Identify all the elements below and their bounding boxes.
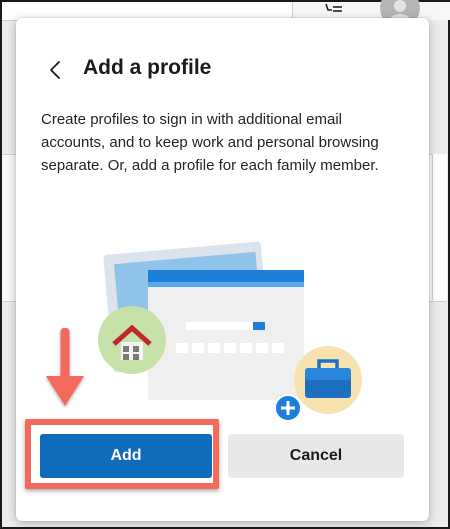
dialog-title: Add a profile xyxy=(83,56,212,79)
annotation-highlight-box xyxy=(25,419,219,489)
cancel-button[interactable]: Cancel xyxy=(228,434,404,478)
plus-icon xyxy=(274,394,302,422)
chevron-left-icon[interactable] xyxy=(44,58,68,82)
arrow-down-annotation xyxy=(46,328,84,406)
background-page-scrollbar xyxy=(432,154,447,300)
briefcase-icon xyxy=(294,346,362,414)
dialog-description: Create profiles to sign in with addition… xyxy=(41,111,379,174)
profiles-illustration xyxy=(98,241,362,422)
favorites-icon[interactable] xyxy=(318,2,348,18)
home-icon xyxy=(98,306,166,374)
